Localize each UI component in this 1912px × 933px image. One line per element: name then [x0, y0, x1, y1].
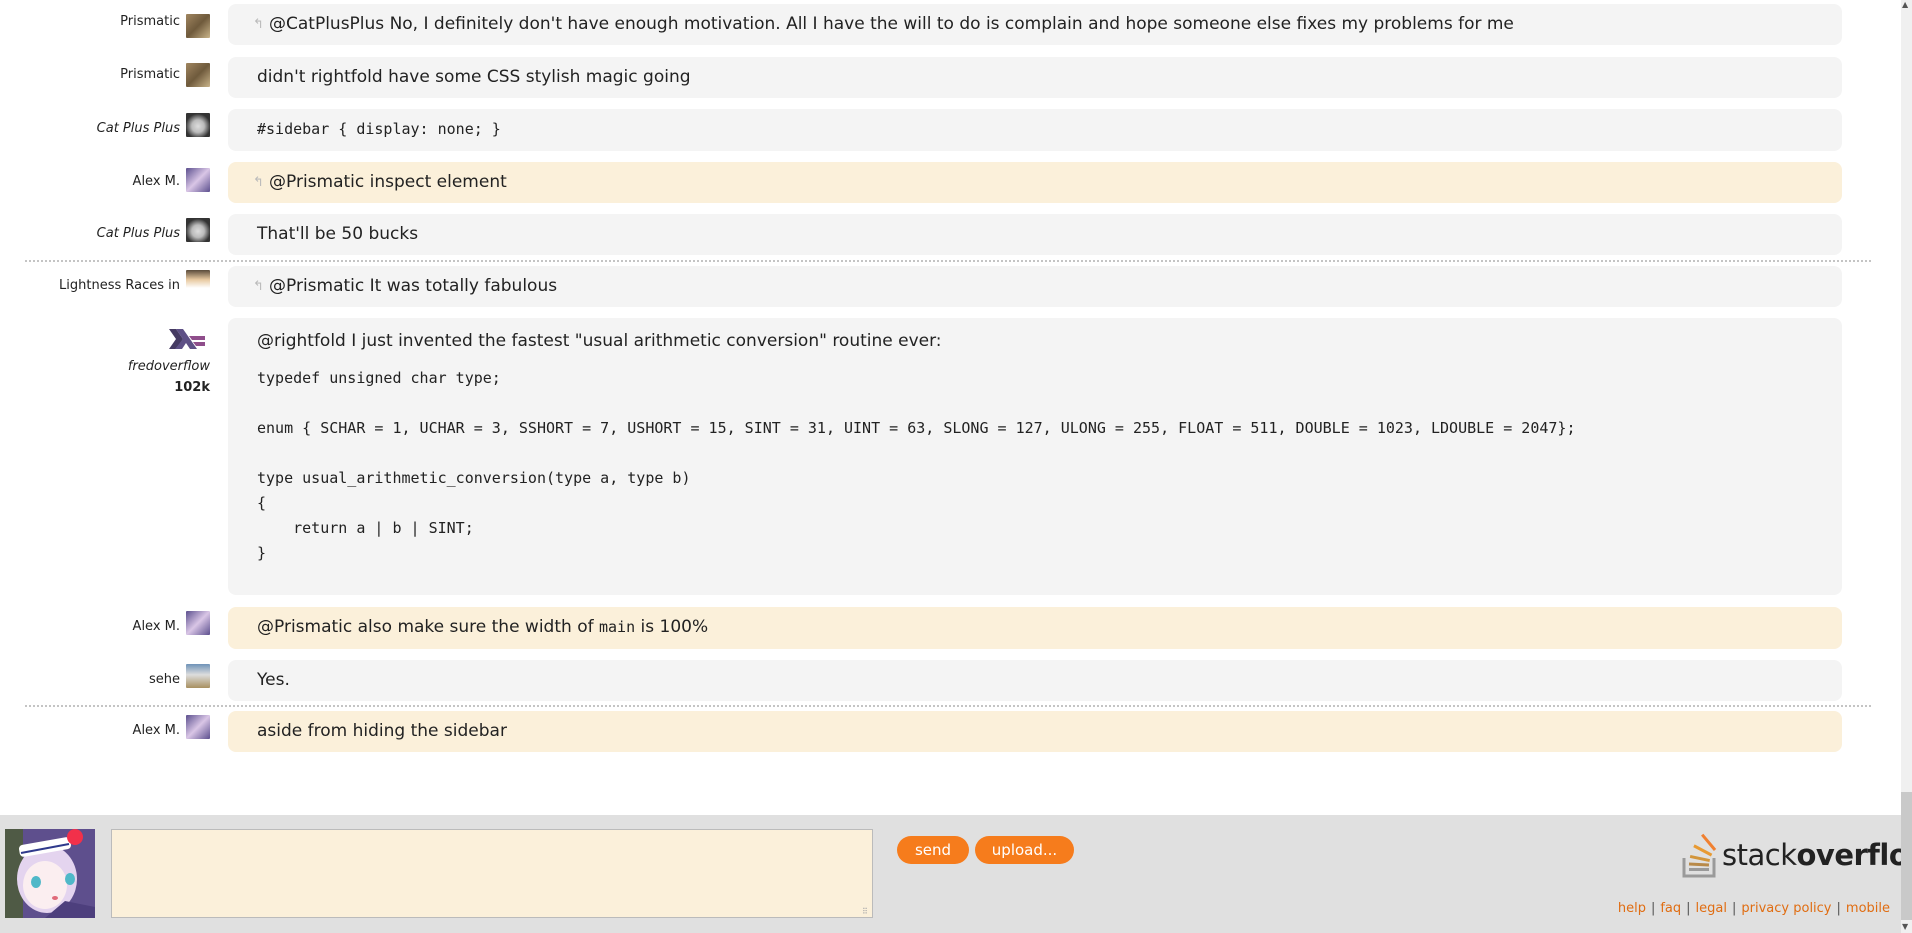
message-bubble[interactable]: @Prismatic also make sure the width of m…	[228, 607, 1842, 649]
inline-code: main	[598, 618, 636, 636]
message-text: @Prismatic It was totally fabulous	[269, 276, 558, 296]
sehe-avatar[interactable]	[186, 664, 210, 688]
current-user-avatar[interactable]	[5, 829, 95, 918]
message-text: Yes.	[257, 670, 290, 690]
message-text: @CatPlusPlus No, I definitely don't have…	[269, 14, 1514, 34]
message-bubble[interactable]: #sidebar { display: none; }	[228, 109, 1842, 151]
alexm-avatar[interactable]	[186, 168, 210, 192]
catplusplus-avatar[interactable]	[186, 218, 210, 242]
vertical-scrollbar[interactable]: ▲ ▼	[1901, 0, 1912, 933]
message-bubble[interactable]: ↰ @CatPlusPlus No, I definitely don't hav…	[228, 4, 1842, 45]
chat-input-area: ⠿ send upload... stackoverflow help|faq|…	[0, 815, 1912, 933]
lightness-avatar[interactable]	[186, 270, 210, 294]
username[interactable]: fredoverflow	[10, 359, 210, 374]
username[interactable]: sehe	[149, 672, 180, 687]
username[interactable]: Prismatic	[120, 14, 180, 29]
stackoverflow-logo[interactable]: stackoverflow	[1682, 830, 1912, 878]
time-divider	[25, 705, 1871, 707]
message-text: @Prismatic inspect element	[269, 172, 507, 192]
message-text: aside from hiding the sidebar	[257, 721, 507, 741]
reply-arrow-icon[interactable]: ↰	[253, 266, 267, 307]
time-divider	[25, 260, 1871, 262]
resize-grip-icon[interactable]: ⠿	[862, 908, 868, 916]
message-bubble[interactable]: didn't rightfold have some CSS stylish m…	[228, 57, 1842, 98]
prismatic-avatar[interactable]	[186, 63, 210, 87]
message-author[interactable]: fredoverflow 102k	[10, 325, 210, 395]
message-bubble[interactable]: ↰ @Prismatic inspect element	[228, 162, 1842, 203]
username[interactable]: Lightness Races in	[59, 278, 180, 293]
message-bubble[interactable]: ↰ @Prismatic It was totally fabulous	[228, 266, 1842, 307]
prismatic-avatar[interactable]	[186, 14, 210, 38]
logo-wordmark: stackoverflow	[1722, 838, 1912, 872]
message-bubble[interactable]: aside from hiding the sidebar	[228, 711, 1842, 752]
username[interactable]: Alex M.	[133, 174, 180, 189]
scrollbar-thumb[interactable]	[1901, 792, 1912, 920]
alexm-avatar[interactable]	[186, 611, 210, 635]
faq-link[interactable]: faq	[1660, 901, 1681, 916]
message-text: @Prismatic also make sure the width of m…	[257, 617, 709, 637]
message-code-block: typedef unsigned char type; enum { SCHAR…	[257, 369, 1576, 562]
message-code: #sidebar { display: none; }	[257, 120, 501, 138]
legal-link[interactable]: legal	[1696, 901, 1727, 916]
message-bubble[interactable]: That'll be 50 bucks	[228, 214, 1842, 255]
mobile-link[interactable]: mobile	[1846, 901, 1890, 916]
reply-arrow-icon[interactable]: ↰	[253, 162, 267, 203]
scroll-up-icon[interactable]: ▲	[1902, 0, 1908, 9]
chat-transcript: Prismatic ↰ @CatPlusPlus No, I definitely…	[0, 0, 1900, 815]
username[interactable]: Cat Plus Plus	[97, 226, 180, 241]
username[interactable]: Alex M.	[133, 723, 180, 738]
send-button[interactable]: send	[897, 836, 969, 864]
scroll-down-icon[interactable]: ▼	[1902, 922, 1908, 931]
anime-avatar-icon	[5, 829, 95, 918]
upload-button[interactable]: upload...	[975, 836, 1074, 864]
privacy-policy-link[interactable]: privacy policy	[1741, 901, 1831, 916]
haskell-logo-avatar[interactable]	[10, 325, 210, 353]
message-text: That'll be 50 bucks	[257, 224, 419, 244]
stackoverflow-icon	[1682, 833, 1717, 878]
message-input[interactable]	[111, 829, 873, 918]
username[interactable]: Alex M.	[133, 619, 180, 634]
message-bubble[interactable]: Yes.	[228, 660, 1842, 701]
alexm-avatar[interactable]	[186, 715, 210, 739]
reply-arrow-icon[interactable]: ↰	[253, 4, 267, 45]
footer-links: help | faq | legal | privacy policy | mobile	[1617, 901, 1890, 916]
message-bubble[interactable]: @rightfold I just invented the fastest "…	[228, 318, 1842, 595]
haskell-icon	[169, 329, 205, 349]
message-text: didn't rightfold have some CSS stylish m…	[257, 67, 691, 87]
user-reputation: 102k	[174, 380, 210, 395]
message-text: @rightfold I just invented the fastest "…	[257, 331, 942, 351]
catplusplus-avatar[interactable]	[186, 113, 210, 137]
help-link[interactable]: help	[1618, 901, 1646, 916]
username[interactable]: Prismatic	[120, 67, 180, 82]
username[interactable]: Cat Plus Plus	[97, 121, 180, 136]
